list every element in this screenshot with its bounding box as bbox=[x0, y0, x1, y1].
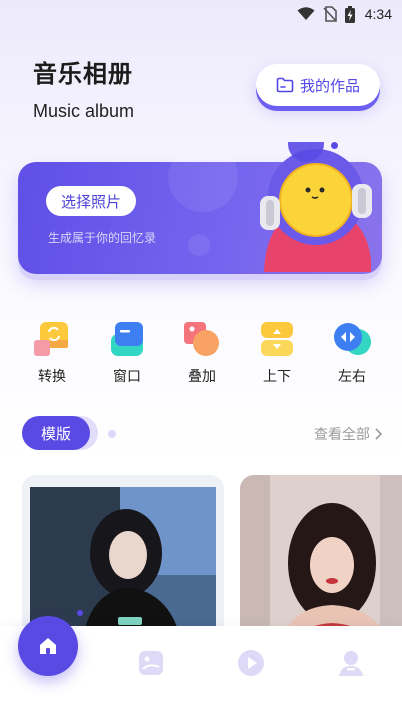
convert-icon bbox=[34, 322, 68, 356]
banner-decor bbox=[168, 142, 238, 212]
template-card[interactable] bbox=[240, 475, 402, 645]
select-photo-banner[interactable]: 选择照片 生成属于你的回忆录 bbox=[18, 142, 382, 274]
status-time: 4:34 bbox=[364, 6, 392, 22]
tool-label: 窗口 bbox=[113, 369, 141, 385]
window-icon bbox=[111, 322, 143, 356]
home-icon bbox=[40, 638, 56, 654]
tool-label: 上下 bbox=[263, 369, 291, 385]
banner-decor bbox=[188, 234, 210, 256]
play-icon bbox=[238, 650, 264, 676]
tool-label: 转换 bbox=[38, 369, 66, 385]
banner-subtitle: 生成属于你的回忆录 bbox=[48, 231, 157, 245]
see-all-label: 查看全部 bbox=[314, 427, 370, 443]
status-bar: 4:34 bbox=[0, 0, 402, 28]
tool-convert[interactable]: 转换 bbox=[22, 320, 82, 390]
tools-row: 转换 窗口 叠加 上下 左右 bbox=[22, 320, 382, 390]
header: 音乐相册 Music album bbox=[33, 54, 134, 122]
bottom-nav bbox=[0, 616, 402, 716]
chevron-right-icon bbox=[375, 428, 382, 440]
folder-icon bbox=[276, 77, 294, 93]
page-subtitle: Music album bbox=[33, 101, 135, 121]
tab-dot bbox=[108, 430, 116, 438]
up-down-icon bbox=[261, 322, 293, 356]
tab-template[interactable]: 模版 bbox=[22, 416, 90, 450]
select-photo-button[interactable]: 选择照片 bbox=[46, 186, 136, 216]
tool-left-right[interactable]: 左右 bbox=[322, 320, 382, 390]
page-title: 音乐相册 bbox=[33, 60, 133, 88]
no-sim-icon bbox=[323, 6, 337, 22]
tool-label: 左右 bbox=[338, 369, 366, 385]
tool-label: 叠加 bbox=[188, 369, 216, 385]
wifi-icon bbox=[297, 7, 315, 20]
user-icon bbox=[339, 651, 363, 676]
astronaut-mascot-icon bbox=[260, 142, 372, 272]
my-works-label: 我的作品 bbox=[299, 76, 360, 95]
template-section-header: 模版 查看全部 bbox=[22, 414, 382, 454]
tool-up-down[interactable]: 上下 bbox=[247, 320, 307, 390]
nav-album-button[interactable] bbox=[136, 648, 166, 678]
nav-home-button[interactable] bbox=[18, 616, 78, 676]
tool-window[interactable]: 窗口 bbox=[97, 320, 157, 390]
tool-overlay[interactable]: 叠加 bbox=[172, 320, 232, 390]
battery-charging-icon bbox=[344, 5, 355, 23]
picture-icon bbox=[139, 651, 163, 675]
template-photo-2 bbox=[240, 475, 402, 645]
my-works-button[interactable]: 我的作品 bbox=[256, 64, 380, 106]
overlay-icon bbox=[184, 322, 219, 356]
left-right-icon bbox=[334, 323, 371, 355]
decor-dot bbox=[77, 610, 83, 616]
see-all-link[interactable]: 查看全部 bbox=[314, 424, 382, 444]
nav-profile-button[interactable] bbox=[336, 648, 366, 678]
nav-video-button[interactable] bbox=[236, 648, 266, 678]
